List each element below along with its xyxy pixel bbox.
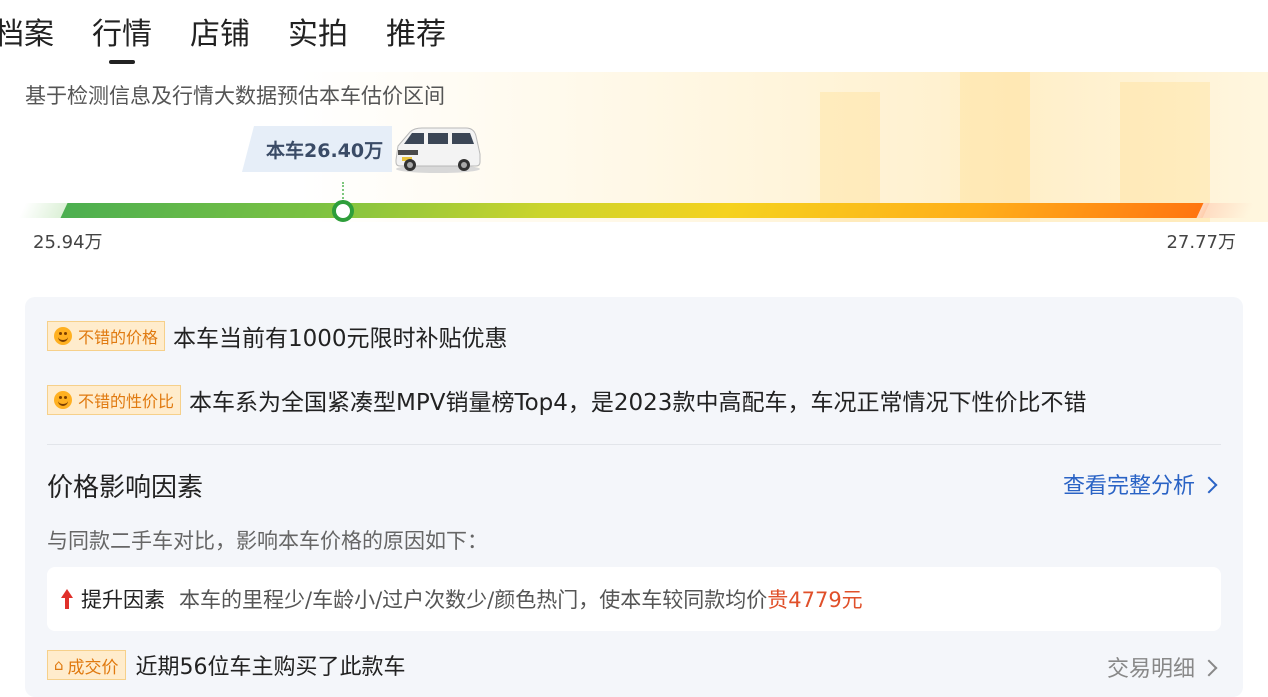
increase-factor-label: 提升因素 — [81, 588, 165, 612]
current-price-marker — [332, 200, 354, 222]
bar-fade-right — [1196, 203, 1254, 218]
deal-tag: ⌂ 成交价 — [47, 650, 126, 680]
range-max-label: 27.77万 — [1166, 232, 1236, 253]
highlight-tag: 不错的性价比 — [47, 385, 182, 415]
chevron-right-icon — [1200, 476, 1218, 494]
deal-text: 近期56位车主购买了此款车 — [135, 655, 406, 680]
marker-connector — [342, 182, 346, 202]
highlight-row: 不错的价格 本车当前有1000元限时补贴优惠 — [47, 319, 508, 353]
estimate-subtitle: 基于检测信息及行情大数据预估本车估价区间 — [25, 84, 445, 108]
deal-details-link[interactable]: 交易明细 — [1106, 651, 1218, 683]
current-price-bubble: 本车26.40万 — [242, 126, 392, 172]
deal-details-label: 交易明细 — [1106, 657, 1195, 682]
tag-icon: ⌂ — [54, 656, 64, 674]
highlight-text: 本车系为全国紧凑型MPV销量榜Top4，是2023款中高配车，车况正常情况下性价… — [189, 390, 1087, 416]
deal-row: ⌂ 成交价 近期56位车主购买了此款车 — [47, 649, 406, 681]
highlight-text: 本车当前有1000元限时补贴优惠 — [173, 326, 508, 352]
range-min-label: 25.94万 — [33, 232, 103, 253]
highlight-tag: 不错的价格 — [47, 321, 166, 351]
tab-market[interactable]: 行情 — [92, 12, 152, 64]
car-thumbnail-icon — [395, 127, 481, 173]
highlight-tag-label: 不错的性价比 — [78, 392, 175, 411]
smile-icon — [54, 391, 72, 409]
smile-icon — [54, 327, 72, 345]
tab-store[interactable]: 店铺 — [190, 12, 250, 58]
increase-factor-amount: 贵4779元 — [767, 588, 863, 612]
tab-recommend[interactable]: 推荐 — [386, 12, 446, 58]
increase-factor-box: 提升因素 本车的里程少/车龄小/过户次数少/颜色热门，使本车较同款均价 贵477… — [47, 567, 1221, 631]
deal-tag-label: 成交价 — [67, 657, 119, 678]
tab-photos[interactable]: 实拍 — [288, 12, 348, 58]
up-arrow-icon — [61, 589, 73, 609]
increase-factor-text: 本车的里程少/车龄小/过户次数少/颜色热门，使本车较同款均价 — [179, 588, 768, 612]
factors-title: 价格影响因素 — [47, 473, 204, 503]
analysis-card: 不错的价格 本车当前有1000元限时补贴优惠 不错的性价比 本车系为全国紧凑型M… — [25, 297, 1243, 697]
highlight-row: 不错的性价比 本车系为全国紧凑型MPV销量榜Top4，是2023款中高配车，车况… — [47, 383, 1086, 417]
price-range-bar — [60, 203, 1210, 218]
view-full-analysis-label: 查看完整分析 — [1062, 474, 1195, 499]
divider — [47, 444, 1221, 445]
view-full-analysis-link[interactable]: 查看完整分析 — [1062, 468, 1218, 500]
current-price-label: 本车26.40万 — [266, 139, 384, 162]
tab-archive[interactable]: 档案 — [0, 12, 54, 58]
chevron-right-icon — [1200, 659, 1218, 677]
factors-description: 与同款二手车对比，影响本车价格的原因如下： — [47, 529, 488, 553]
tab-bar: 档案 行情 店铺 实拍 推荐 — [0, 12, 484, 64]
highlight-tag-label: 不错的价格 — [78, 328, 159, 347]
